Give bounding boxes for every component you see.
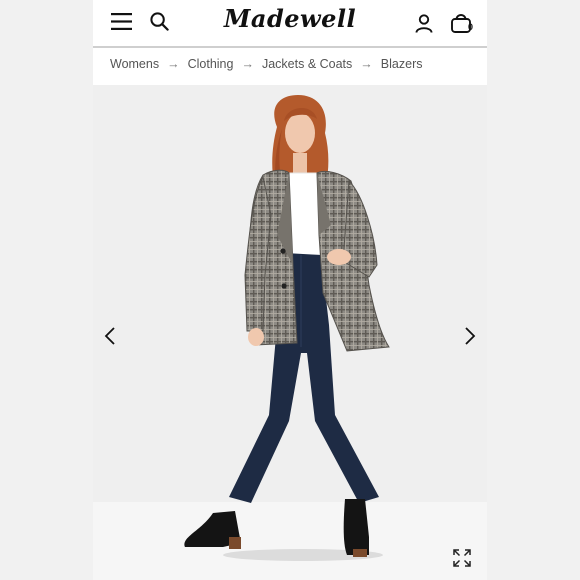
product-photo	[184, 95, 390, 561]
app-screen: Madewell 0 Womens → Clothing → Jackets & Coa…	[93, 0, 487, 580]
top-navigation-bar: Madewell 0	[93, 0, 487, 48]
breadcrumb-item-womens[interactable]: Womens	[110, 57, 159, 71]
account-icon[interactable]	[415, 14, 433, 33]
breadcrumb-item-clothing[interactable]: Clothing	[188, 57, 234, 71]
breadcrumb-separator: →	[167, 57, 180, 71]
breadcrumb-separator: →	[360, 57, 373, 71]
breadcrumb-item-jackets-coats[interactable]: Jackets & Coats	[262, 57, 352, 71]
bag-item-count: 0	[468, 22, 474, 32]
breadcrumb: Womens → Clothing → Jackets & Coats → Blazers	[110, 57, 422, 75]
product-image-gallery[interactable]	[93, 85, 487, 580]
breadcrumb-separator: →	[241, 57, 254, 71]
chevron-left-icon[interactable]	[102, 325, 118, 347]
breadcrumb-item-blazers[interactable]: Blazers	[381, 57, 423, 71]
expand-icon[interactable]	[453, 549, 471, 567]
chevron-right-icon[interactable]	[462, 325, 478, 347]
